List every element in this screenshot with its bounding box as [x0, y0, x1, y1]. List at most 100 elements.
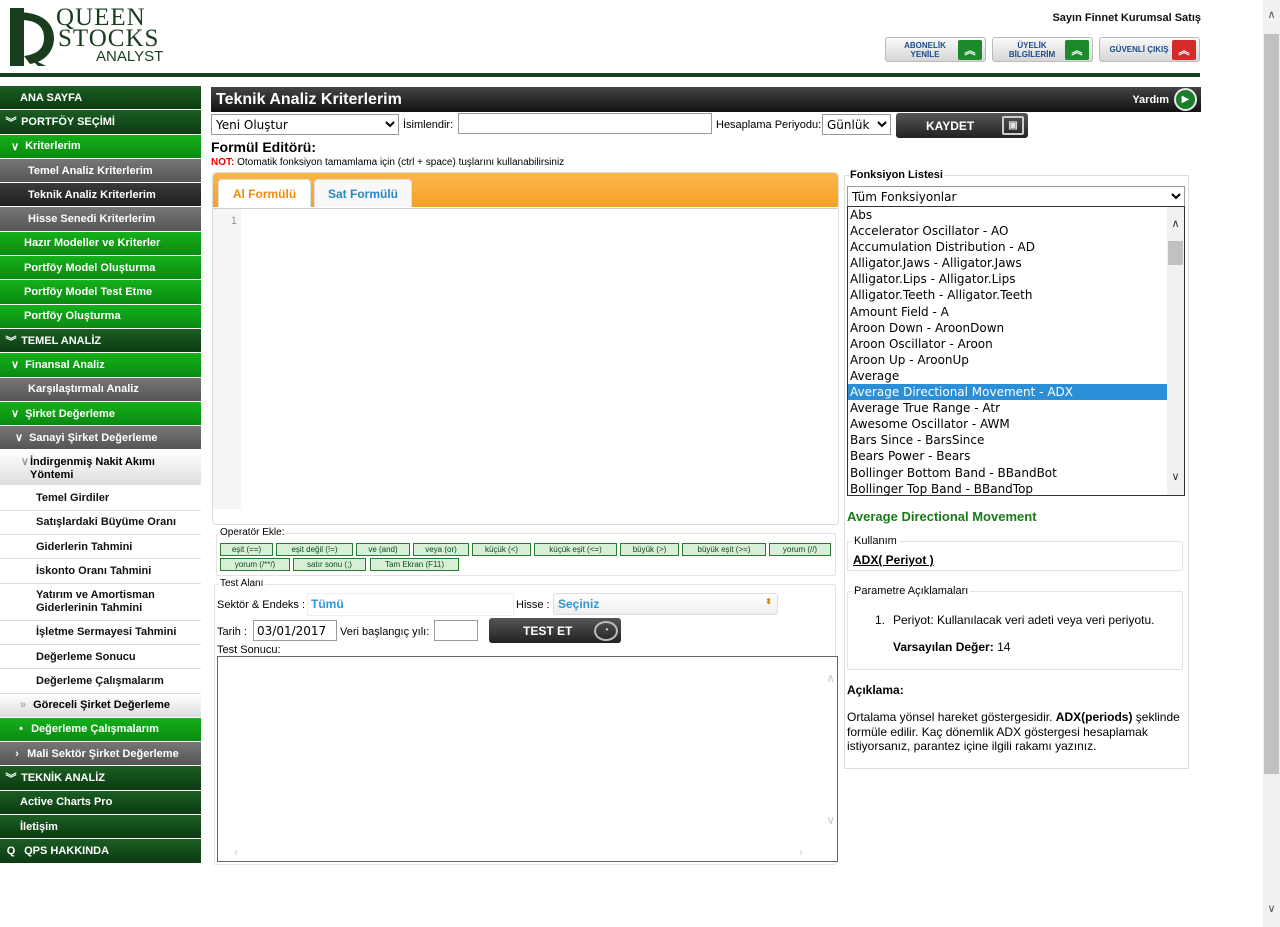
- chevron-up-icon[interactable]: ∧: [1264, 8, 1279, 21]
- sidebar-item-label: Portföy Model Oluşturma: [24, 261, 156, 274]
- function-list-item[interactable]: Aroon Up - AroonUp: [848, 352, 1167, 368]
- queen-stocks-logo[interactable]: QUEEN STOCKS ANALYST: [10, 5, 170, 68]
- sidebar-item-relative-valuation[interactable]: » Göreceli Şirket Değerleme: [0, 693, 201, 718]
- sidebar-item-financial-analysis[interactable]: ∨ Finansal Analiz: [0, 353, 201, 378]
- tab-sell-formula[interactable]: Sat Formülü: [314, 179, 412, 207]
- sidebar-item-contact[interactable]: İletişim: [0, 815, 201, 840]
- function-list-scrollbar[interactable]: ∧ ∨: [1167, 207, 1184, 495]
- play-icon[interactable]: ▶: [1174, 88, 1197, 111]
- sidebar-item-technical-analysis[interactable]: ︾ TEKNİK ANALİZ: [0, 766, 201, 791]
- op-line-comment-button[interactable]: yorum (//): [769, 543, 831, 556]
- sidebar-item-industrial-valuation[interactable]: ∨ Sanayi Şirket Değerleme: [0, 426, 201, 451]
- code-editor[interactable]: 1: [213, 208, 838, 509]
- function-list-item[interactable]: Accumulation Distribution - AD: [848, 239, 1167, 255]
- function-list-item[interactable]: Average Directional Movement - ADX: [848, 384, 1167, 401]
- test-result-area[interactable]: ∧ ∨ ‹ ›: [217, 656, 838, 862]
- function-list-item[interactable]: Awesome Oscillator - AWM: [848, 416, 1167, 432]
- op-and-button[interactable]: ve (and): [356, 543, 410, 556]
- sidebar-item-active-charts[interactable]: Active Charts Pro: [0, 790, 201, 816]
- sidebar-item-label: İndirgenmiş Nakit Akımı Yöntemi: [29, 456, 155, 482]
- scroll-right-icon[interactable]: ›: [799, 845, 803, 859]
- function-list-item[interactable]: Bollinger Bottom Band - BBandBot: [848, 465, 1167, 481]
- fullscreen-button[interactable]: Tam Ekran (F11): [370, 558, 459, 571]
- sidebar-item-fundamental-criteria[interactable]: Temel Analiz Kriterlerim: [0, 158, 201, 184]
- op-greater-button[interactable]: büyük (>): [620, 543, 679, 556]
- op-less-button[interactable]: küçük (<): [472, 543, 531, 556]
- sidebar-item-stock-criteria[interactable]: Hisse Senedi Kriterlerim: [0, 207, 201, 232]
- sidebar-item-portfolio-model-create[interactable]: Portföy Model Oluşturma: [0, 256, 201, 281]
- op-line-end-button[interactable]: satır sonu (;): [293, 558, 366, 571]
- sidebar-item-technical-criteria[interactable]: Teknik Analiz Kriterlerim: [0, 183, 201, 208]
- chevron-up-icon[interactable]: ∧: [1168, 217, 1183, 230]
- help-link[interactable]: Yardım: [1132, 94, 1169, 106]
- sidebar-item-investment-depreciation[interactable]: Yatırım ve Amortisman Giderlerinin Tahmi…: [0, 583, 201, 621]
- sidebar-item-company-valuation[interactable]: ∨ Şirket Değerleme: [0, 401, 201, 427]
- sidebar-item-about[interactable]: Q QPS HAKKINDA: [0, 839, 201, 864]
- function-list-item[interactable]: Alligator.Lips - Alligator.Lips: [848, 271, 1167, 287]
- tab-buy-formula[interactable]: Al Formülü: [218, 179, 311, 207]
- name-input[interactable]: [458, 113, 712, 134]
- period-select[interactable]: Günlük: [822, 114, 891, 135]
- sidebar-item-label: Portföy Model Test Etme: [24, 286, 153, 299]
- function-list-item[interactable]: Accelerator Oscillator - AO: [848, 223, 1167, 239]
- sidebar-item-label: Şirket Değerleme: [25, 407, 115, 420]
- op-less-equal-button[interactable]: küçük eşit (<=): [534, 543, 617, 556]
- sidebar-item-comparative-analysis[interactable]: Karşılaştırmalı Analiz: [0, 377, 201, 402]
- sidebar-item-home[interactable]: ANA SAYFA: [0, 86, 201, 111]
- sidebar-item-portfolio-model-test[interactable]: Portföy Model Test Etme: [0, 280, 201, 305]
- op-or-button[interactable]: veya (or): [413, 543, 469, 556]
- sidebar-item-my-criteria[interactable]: ∨ Kriterlerim: [0, 134, 201, 159]
- sidebar-item-fundamental-analysis[interactable]: ︾ TEMEL ANALİZ: [0, 328, 201, 354]
- scrollbar-thumb[interactable]: [1168, 241, 1183, 265]
- sidebar-item-sales-growth[interactable]: Satışlardaki Büyüme Oranı: [0, 510, 201, 536]
- sidebar-item-expense-estimate[interactable]: Giderlerin Tahmini: [0, 535, 201, 560]
- chevron-down-icon[interactable]: ∨: [1264, 902, 1279, 915]
- start-year-input[interactable]: [434, 620, 478, 641]
- function-filter-select[interactable]: Tüm Fonksiyonlar: [847, 186, 1185, 207]
- user-name: Sayın Finnet Kurumsal Satış: [1052, 12, 1201, 24]
- function-list-item[interactable]: Aroon Oscillator - Aroon: [848, 336, 1167, 352]
- sidebar-item-ready-models[interactable]: Hazır Modeller ve Kriterler: [0, 231, 201, 257]
- sidebar-item-valuation-works[interactable]: • Değerleme Çalışmalarım: [0, 717, 201, 743]
- sidebar-item-working-capital[interactable]: İşletme Sermayesi Tahmini: [0, 620, 201, 645]
- function-list-item[interactable]: Abs: [848, 207, 1167, 223]
- scroll-down-icon[interactable]: ∨: [826, 813, 835, 827]
- function-list-item[interactable]: Bollinger Top Band - BBandTop: [848, 481, 1167, 495]
- date-input[interactable]: [253, 620, 337, 641]
- sidebar-item-valuation-result[interactable]: Değerleme Sonucu: [0, 644, 201, 670]
- sidebar-item-portfolio-selection[interactable]: ︾ PORTFÖY SEÇİMİ: [0, 110, 201, 135]
- scroll-left-icon[interactable]: ‹: [234, 845, 238, 859]
- sidebar-item-discount-rate[interactable]: İskonto Oranı Tahmini: [0, 559, 201, 584]
- function-list-item[interactable]: Alligator.Jaws - Alligator.Jaws: [848, 255, 1167, 271]
- sector-select[interactable]: Tümü: [307, 593, 514, 616]
- page-scrollbar-thumb[interactable]: [1264, 34, 1279, 774]
- secure-logout-button[interactable]: GÜVENLİ ÇIKIŞ ︽: [1099, 37, 1200, 62]
- membership-info-button[interactable]: ÜYELİK BİLGİLERİM ︽: [992, 37, 1093, 62]
- chevron-down-icon[interactable]: ∨: [1168, 470, 1183, 483]
- function-list-item[interactable]: Aroon Down - AroonDown: [848, 320, 1167, 336]
- sidebar-item-financial-sector-valuation[interactable]: › Mali Sektör Şirket Değerleme: [0, 742, 201, 767]
- renew-subscription-button[interactable]: ABONELİK YENİLE ︽: [885, 37, 986, 62]
- stock-select[interactable]: Seçiniz ⬍: [553, 593, 778, 615]
- sidebar-item-dcf-method[interactable]: ∨ İndirgenmiş Nakit Akımı Yöntemi: [0, 450, 201, 487]
- op-not-equal-button[interactable]: eşit değil (!=): [276, 543, 353, 556]
- op-equal-button[interactable]: eşit (==): [220, 543, 273, 556]
- sidebar-item-basic-inputs[interactable]: Temel Girdiler: [0, 486, 201, 511]
- sidebar-item-portfolio-create[interactable]: Portföy Oluşturma: [0, 304, 201, 329]
- function-list-item[interactable]: Average True Range - Atr: [848, 400, 1167, 416]
- op-block-comment-button[interactable]: yorum (/**/): [220, 558, 290, 571]
- function-list[interactable]: Abs Accelerator Oscillator - AO Accumulati…: [847, 206, 1185, 496]
- function-list-item[interactable]: Bears Power - Bears: [848, 448, 1167, 464]
- sidebar-item-my-valuations[interactable]: Değerleme Çalışmalarım: [0, 669, 201, 694]
- scroll-up-icon[interactable]: ∧: [826, 671, 835, 685]
- function-list-item[interactable]: Average: [848, 368, 1167, 384]
- save-button[interactable]: KAYDET ▣: [896, 113, 1028, 138]
- page-scrollbar[interactable]: ∧ ∨: [1263, 0, 1280, 927]
- formula-select[interactable]: Yeni Oluştur: [211, 114, 399, 135]
- line-number-gutter: 1: [213, 209, 241, 509]
- function-list-item[interactable]: Amount Field - A: [848, 304, 1167, 320]
- test-button[interactable]: TEST ET ◔: [489, 618, 621, 643]
- op-greater-equal-button[interactable]: büyük eşit (>=): [682, 543, 766, 556]
- function-list-item[interactable]: Alligator.Teeth - Alligator.Teeth: [848, 287, 1167, 303]
- function-list-item[interactable]: Bars Since - BarsSince: [848, 432, 1167, 448]
